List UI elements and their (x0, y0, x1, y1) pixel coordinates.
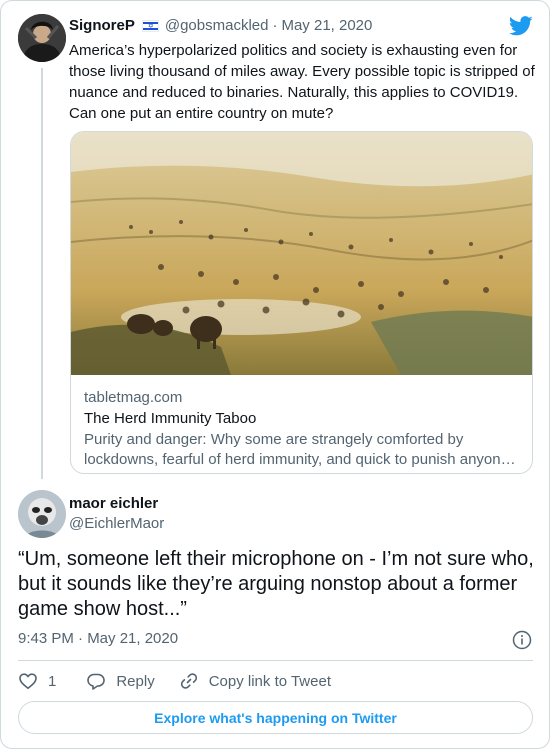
copy-link-button[interactable]: Copy link to Tweet (179, 671, 331, 691)
main-author-name[interactable]: maor eichler (69, 494, 158, 514)
link-title: The Herd Immunity Taboo (84, 410, 257, 427)
tweet-actions: 1 Reply Copy link to Tweet (18, 670, 331, 692)
quoted-tweet-text: America’s hyperpolarized politics and so… (69, 42, 535, 122)
reply-button[interactable]: Reply (86, 671, 155, 691)
link-description-line2: lockdowns, fearful of herd immunity, and… (84, 451, 516, 468)
link-domain: tabletmag.com (84, 389, 183, 406)
quoted-tweet-date[interactable]: May 21, 2020 (281, 16, 372, 36)
main-author-handle[interactable]: @EichlerMaor (69, 514, 164, 534)
reply-bubble-icon (87, 673, 106, 690)
link-preview-image (71, 132, 532, 375)
like-button[interactable]: 1 (18, 671, 56, 691)
reply-label: Reply (116, 672, 155, 690)
link-preview-meta: tabletmag.com The Herd Immunity Taboo Pu… (84, 388, 524, 470)
explore-twitter-button[interactable]: Explore what's happening on Twitter (18, 701, 533, 734)
divider (18, 660, 533, 661)
avatar-signorep[interactable] (18, 14, 66, 62)
quoted-author-name[interactable]: SignoreP (69, 16, 135, 36)
israel-flag-icon: ✡ (141, 20, 159, 32)
quoted-tweet-header: SignoreP ✡ @gobsmackled · May 21, 2020 (69, 16, 372, 36)
info-icon[interactable] (512, 630, 532, 650)
twitter-bird-icon[interactable] (508, 16, 533, 36)
tweet-embed-card: SignoreP ✡ @gobsmackled · May 21, 2020 A… (0, 0, 550, 749)
header-separator: · (272, 17, 278, 34)
link-description-line1: Purity and danger: Why some are strangel… (84, 431, 464, 448)
quoted-author-handle[interactable]: @gobsmackled (165, 16, 269, 36)
link-icon (180, 673, 197, 689)
heart-icon (19, 673, 37, 689)
copy-link-label: Copy link to Tweet (208, 672, 331, 690)
thread-connector-line (41, 68, 43, 479)
main-tweet-text: “Um, someone left their microphone on - … (18, 548, 534, 620)
avatar-maor-eichler[interactable] (18, 490, 66, 538)
link-preview-card[interactable]: tabletmag.com The Herd Immunity Taboo Pu… (70, 131, 533, 474)
like-count: 1 (48, 672, 57, 690)
main-tweet-timestamp[interactable]: 9:43 PM · May 21, 2020 (18, 629, 178, 649)
